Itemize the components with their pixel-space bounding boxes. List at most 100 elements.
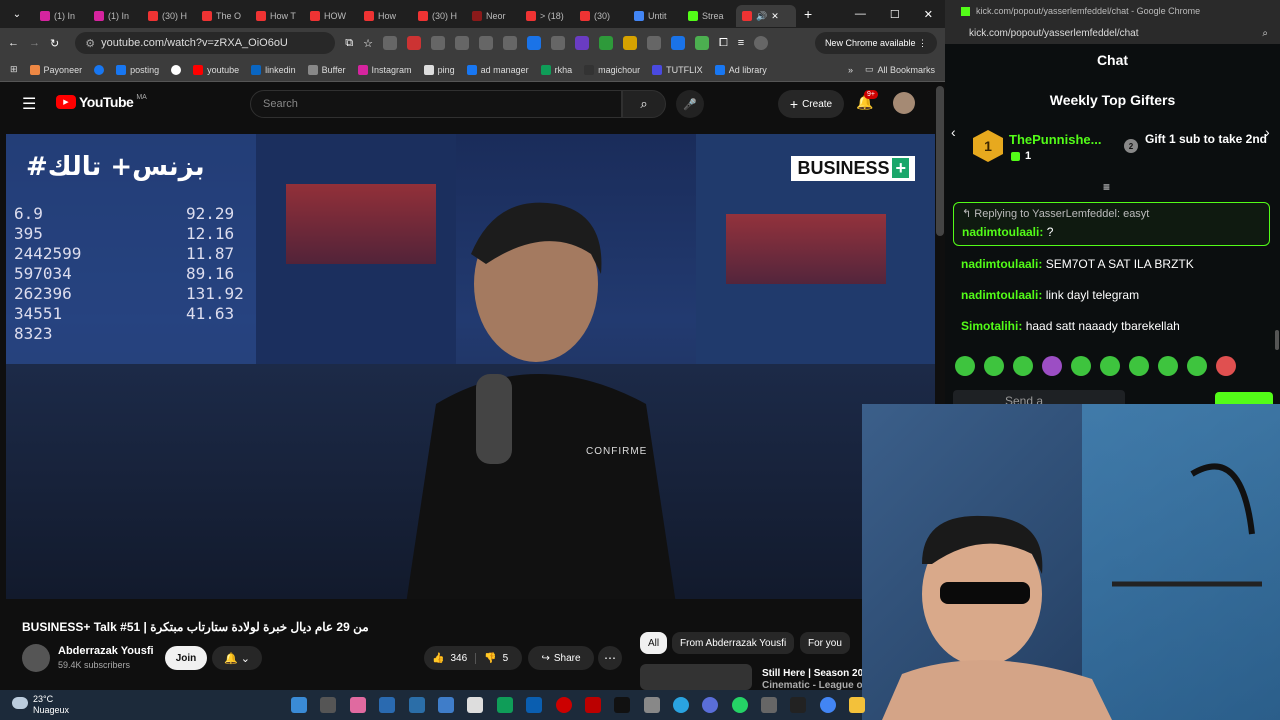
collapse-icon[interactable]: ≡ [1103, 180, 1110, 194]
emote-icon[interactable] [1013, 356, 1033, 376]
prev-arrow-icon[interactable]: ‹ [951, 124, 956, 140]
close-icon[interactable]: ✕ [771, 11, 779, 22]
bookmark-item[interactable]: posting [116, 64, 159, 75]
chrome-icon[interactable] [820, 697, 836, 713]
like-button[interactable]: 👍 346 [424, 652, 477, 664]
apps-icon[interactable]: ⊞ [10, 64, 18, 75]
address-bar[interactable]: ⚙ youtube.com/watch?v=zRXA_OiO6oU [75, 32, 336, 54]
app-icon[interactable] [644, 697, 660, 713]
start-icon[interactable] [291, 697, 307, 713]
media-icon[interactable]: ≡ [738, 37, 744, 49]
youtube-logo[interactable]: ▶ YouTube MA [56, 94, 147, 110]
tab-item[interactable]: (1) In [34, 5, 88, 27]
extension-icon[interactable] [670, 36, 685, 50]
emote-icon[interactable] [1158, 356, 1178, 376]
tab-item[interactable]: How T [250, 5, 304, 27]
bookmark-item[interactable]: magichour [584, 64, 640, 75]
close-window-icon[interactable]: ✕ [924, 8, 933, 21]
app-icon[interactable] [497, 697, 513, 713]
extension-icon[interactable] [406, 36, 421, 50]
all-bookmarks-button[interactable]: ▭ All Bookmarks [865, 64, 935, 75]
extension-icon[interactable] [526, 36, 541, 50]
chip-from-channel[interactable]: From Abderrazak Yousfi [672, 632, 795, 654]
emote-icon[interactable] [1071, 356, 1091, 376]
bookmark-item[interactable] [171, 64, 182, 75]
top-gifter-name[interactable]: ThePunnishe... [1009, 132, 1101, 147]
tab-item[interactable]: How [358, 5, 412, 27]
tab-item[interactable]: Neor [466, 5, 520, 27]
channel-avatar[interactable] [22, 644, 50, 672]
profile-icon[interactable] [754, 36, 769, 50]
chip-for-you[interactable]: For you [800, 632, 850, 654]
popout-address-bar[interactable]: kick.com/popout/yasserlemfeddel/chat ⌕ [945, 22, 1280, 44]
bookmark-item[interactable]: ad manager [466, 64, 529, 75]
extension-icon[interactable] [478, 36, 493, 50]
tab-search-button[interactable]: ⌄ [0, 9, 34, 20]
bookmark-item[interactable] [94, 64, 105, 75]
bookmark-item[interactable]: ping [423, 64, 455, 75]
bookmark-item[interactable]: Ad library [714, 64, 767, 75]
opera-icon[interactable] [556, 697, 572, 713]
folder-icon[interactable] [849, 697, 865, 713]
emote-icon[interactable] [1042, 356, 1062, 376]
update-chrome-button[interactable]: New Chrome available ⋮ [814, 32, 937, 54]
app-icon[interactable] [761, 697, 777, 713]
chip-all[interactable]: All [640, 632, 668, 654]
create-button[interactable]: + Create [778, 90, 844, 118]
extension-icon[interactable] [646, 36, 661, 50]
app-icon[interactable] [409, 697, 425, 713]
tab-item[interactable]: (1) In [88, 5, 142, 27]
emote-icon[interactable] [1129, 356, 1149, 376]
weather-condition[interactable]: Nuageux [33, 705, 69, 715]
bookmark-item[interactable]: TUTFLIX [652, 64, 703, 75]
bookmark-item[interactable]: Instagram [357, 64, 412, 75]
extension-icon[interactable] [598, 36, 613, 50]
extension-icon[interactable] [454, 36, 469, 50]
file-explorer-icon[interactable] [467, 697, 483, 713]
search-icon[interactable]: ⌕ [1262, 28, 1268, 39]
voice-search-button[interactable]: 🎤 [676, 90, 704, 118]
extension-icon[interactable] [430, 36, 445, 50]
forward-icon[interactable]: → [29, 37, 40, 49]
install-icon[interactable]: ⧉ [345, 37, 353, 50]
emote-icon[interactable] [955, 356, 975, 376]
extension-icon[interactable] [382, 36, 397, 50]
extension-icon[interactable] [550, 36, 565, 50]
task-view-icon[interactable] [320, 697, 336, 713]
subscription-bell-button[interactable]: 🔔 ⌄ [212, 646, 262, 670]
search-input[interactable]: Search [250, 90, 622, 118]
gift-prompt[interactable]: Gift 1 sub to take 2nd [1145, 133, 1275, 146]
reload-icon[interactable]: ↻ [50, 37, 59, 50]
bookmark-item[interactable]: linkedin [251, 64, 296, 75]
video-player[interactable]: 6.9 395 2442599 597034 262396 34551 8323… [6, 134, 935, 599]
reply-message[interactable]: ↰ Replying to YasserLemfeddel: easyt nad… [953, 202, 1270, 246]
tab-item[interactable]: The O [196, 5, 250, 27]
extension-icon[interactable] [574, 36, 589, 50]
maximize-icon[interactable]: ☐ [890, 8, 900, 21]
recommended-title[interactable]: Still Here | Season 2024 Cinematic - Lea… [762, 668, 875, 692]
whatsapp-icon[interactable] [732, 697, 748, 713]
app-icon[interactable] [585, 697, 601, 713]
more-actions-button[interactable]: ⋯ [598, 646, 622, 670]
emote-icon[interactable] [1100, 356, 1120, 376]
avatar[interactable] [893, 92, 915, 114]
tab-item[interactable]: HOW [304, 5, 358, 27]
app-icon[interactable] [702, 697, 718, 713]
minimize-icon[interactable]: — [855, 8, 866, 21]
extension-icon[interactable] [502, 36, 517, 50]
bookmark-item[interactable]: Payoneer [29, 64, 82, 75]
emote-icon[interactable] [1216, 356, 1236, 376]
channel-name[interactable]: Abderrazak Yousfi [58, 645, 154, 657]
tab-item[interactable]: (30) H [412, 5, 466, 27]
weather-temperature[interactable]: 23°C [33, 694, 53, 704]
bookmark-item[interactable]: Buffer [307, 64, 346, 75]
page-scrollbar[interactable] [936, 86, 944, 236]
tab-item[interactable]: (30) H [142, 5, 196, 27]
extension-icon[interactable] [622, 36, 637, 50]
tab-item[interactable]: Strea [682, 5, 736, 27]
tiktok-icon[interactable] [614, 697, 630, 713]
emote-icon[interactable] [1187, 356, 1207, 376]
cloud-icon[interactable] [12, 697, 28, 709]
puzzle-icon[interactable]: ⧠ [719, 37, 728, 50]
recommended-thumbnail[interactable] [640, 664, 752, 690]
